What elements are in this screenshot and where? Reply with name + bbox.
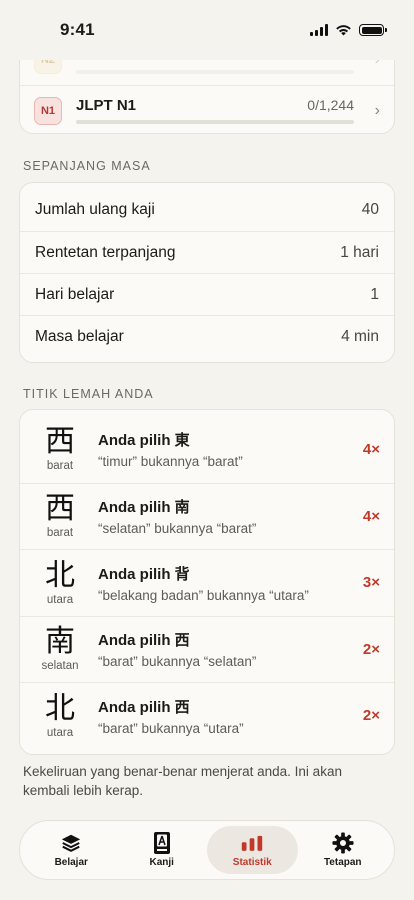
tab-kanji[interactable]: Kanji: [117, 826, 208, 874]
weak-point-title: Anda pilih 背: [98, 565, 190, 583]
weak-point-subtitle: “timur” bukannya “barat”: [98, 454, 243, 470]
target-kanji: 北: [45, 690, 75, 726]
weak-point-subtitle: “selatan” bukannya “barat”: [98, 521, 257, 537]
weak-point-subtitle: “belakang badan” bukannya “utara”: [98, 587, 309, 603]
gear-icon: [332, 832, 354, 854]
stat-row: Hari belajar 1: [20, 273, 394, 315]
weak-points-footnote: Kekeliruan yang benar-benar menjerat and…: [23, 764, 342, 798]
stat-value: 1 hari: [340, 243, 379, 261]
weak-point-row[interactable]: 北 utara Anda pilih 西 “barat” bukannya “u…: [20, 682, 394, 749]
weak-point-row[interactable]: 南 selatan Anda pilih 西 “barat” bukannya …: [20, 615, 394, 683]
bottom-tab-bar: Belajar Kanji Statistik Tetapan: [19, 820, 395, 880]
mistake-count: 2×: [362, 707, 380, 725]
tab-label: Statistik: [232, 857, 272, 868]
target-kanji: 西: [45, 491, 75, 527]
section-title-all-time: SEPANJANG MASA: [23, 159, 151, 173]
weak-point-title: Anda pilih 東: [98, 432, 190, 450]
mistake-count: 3×: [362, 574, 380, 592]
weak-points-card: 西 barat Anda pilih 東 “timur” bukannya “b…: [19, 409, 395, 755]
weak-point-row[interactable]: 北 utara Anda pilih 背 “belakang badan” bu…: [20, 549, 394, 616]
status-time: 9:41: [60, 20, 95, 39]
section-title-weak-points: TITIK LEMAH ANDA: [23, 387, 154, 401]
stat-label: Jumlah ulang kaji: [35, 201, 155, 218]
weak-point-subtitle: “barat” bukannya “utara”: [98, 720, 244, 736]
stack-icon: [60, 832, 82, 854]
chevron-right-icon: ›: [374, 101, 380, 119]
weak-point-subtitle: “barat” bukannya “selatan”: [98, 654, 257, 670]
stat-row: Rentetan terpanjang 1 hari: [20, 231, 394, 273]
level-progress-bar: [76, 69, 354, 74]
cellular-signal-icon: [310, 24, 328, 36]
stat-row: Masa belajar 4 min: [20, 315, 394, 357]
stat-value: 40: [361, 201, 379, 218]
target-kanji: 南: [45, 624, 75, 660]
kanji-meaning: utara: [46, 726, 74, 739]
stat-row: Jumlah ulang kaji 40: [20, 189, 394, 231]
weak-point-row[interactable]: 西 barat Anda pilih 東 “timur” bukannya “b…: [20, 416, 394, 483]
kanji-meaning: barat: [46, 460, 74, 473]
tab-label: Tetapan: [323, 857, 362, 868]
mistake-count: 2×: [362, 640, 380, 658]
level-name: JLPT N1: [76, 97, 137, 114]
level-badge: N1: [34, 96, 62, 125]
target-kanji: 西: [45, 424, 75, 460]
battery-icon: [359, 24, 387, 36]
book-icon: [151, 832, 173, 854]
tab-label: Belajar: [54, 857, 88, 868]
bar-chart-icon: [241, 832, 263, 854]
tab-statistik[interactable]: Statistik: [207, 826, 298, 874]
stat-value: 1: [370, 285, 379, 303]
kanji-meaning: selatan: [41, 660, 79, 673]
stat-label: Hari belajar: [35, 285, 115, 303]
target-kanji: 北: [45, 557, 75, 593]
stat-value: 4 min: [341, 327, 379, 345]
tab-belajar[interactable]: Belajar: [26, 826, 117, 874]
weak-point-row[interactable]: 西 barat Anda pilih 南 “selatan” bukannya …: [20, 482, 394, 550]
level-progress-bar: [76, 120, 354, 124]
tab-label: Kanji: [149, 857, 174, 868]
stat-label: Masa belajar: [35, 327, 124, 345]
wifi-icon: [336, 25, 351, 36]
weak-point-title: Anda pilih 西: [98, 632, 190, 650]
kanji-meaning: utara: [46, 593, 74, 606]
stat-label: Rentetan terpanjang: [35, 243, 176, 261]
weak-point-title: Anda pilih 南: [98, 499, 190, 517]
weak-point-title: Anda pilih 西: [98, 698, 190, 716]
mistake-count: 4×: [362, 440, 380, 458]
tab-tetapan[interactable]: Tetapan: [298, 826, 389, 874]
status-bar: 9:41: [0, 0, 414, 60]
level-count: 0/1,244: [307, 97, 354, 113]
all-time-stats-card: Jumlah ulang kaji 40 Rentetan terpanjang…: [19, 182, 395, 363]
mistake-count: 4×: [362, 507, 380, 525]
kanji-meaning: barat: [46, 527, 74, 540]
level-row-n1[interactable]: N1 JLPT N1 0/1,244 ›: [20, 85, 394, 133]
